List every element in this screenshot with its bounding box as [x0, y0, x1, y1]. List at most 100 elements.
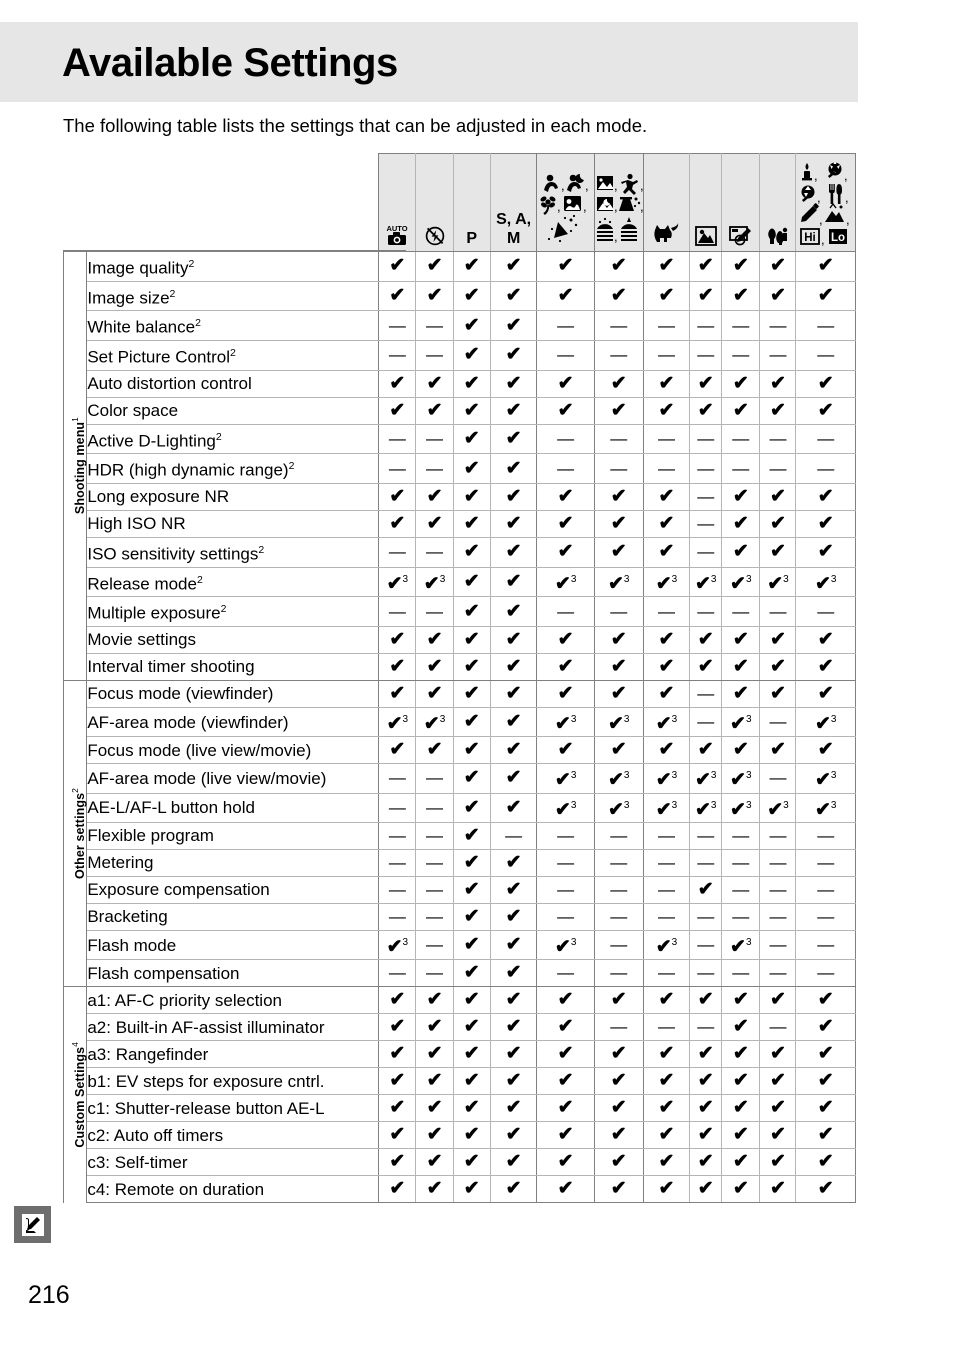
- availability-cell: ✔: [643, 1148, 691, 1177]
- availability-cell: ✔: [490, 424, 538, 455]
- not-available-dash: —: [769, 768, 787, 788]
- availability-cell: ✔: [689, 1121, 723, 1150]
- available-check-icon: ✔: [817, 1097, 834, 1119]
- not-available-dash: —: [769, 345, 787, 365]
- column-header-sam: S, A, M: [490, 153, 538, 252]
- available-check-icon: ✔: [610, 1124, 627, 1146]
- available-check-icon: ✔: [557, 512, 574, 534]
- availability-cell: ✔: [490, 959, 538, 988]
- availability-cell: ✔: [536, 1067, 595, 1096]
- not-available-dash: —: [426, 935, 444, 955]
- availability-cell: ✔3: [721, 763, 761, 794]
- color-sketch-icon: [728, 224, 754, 248]
- not-available-dash: —: [732, 879, 750, 899]
- available-check-icon: ✔: [557, 1178, 574, 1200]
- availability-cell: ✔: [490, 370, 538, 398]
- not-available-dash: —: [732, 315, 750, 335]
- not-available-dash: —: [657, 345, 675, 365]
- available-check-icon: ✔: [426, 1151, 443, 1173]
- svg-text:AUTO: AUTO: [387, 224, 408, 233]
- available-check-icon: ✔: [557, 628, 574, 650]
- availability-cell: ✔3: [795, 763, 856, 794]
- availability-cell: ✔: [536, 1121, 595, 1150]
- available-check-icon: ✔: [505, 905, 522, 927]
- available-check-icon: ✔: [697, 989, 714, 1011]
- pencil-note-icon: [25, 1216, 40, 1233]
- availability-cell: ✔: [490, 1013, 538, 1042]
- column-header-night-vision-effect: [689, 153, 723, 252]
- available-check-icon: ✔: [697, 655, 714, 677]
- availability-cell: ✔: [490, 310, 538, 341]
- availability-cell: ✔3: [721, 930, 761, 961]
- availability-cell: ✔: [795, 510, 856, 538]
- availability-cell: ✔: [795, 679, 856, 708]
- not-available-dash: —: [697, 852, 715, 872]
- availability-cell: —: [415, 876, 454, 904]
- availability-cell: —: [759, 903, 797, 931]
- table-row: ISO sensitivity settings2 — — ✔ ✔ ✔ ✔ ✔ — ✔ ✔ ✔: [64, 537, 856, 568]
- availability-cell: ✔: [759, 736, 797, 765]
- available-check-icon: ✔: [389, 1016, 406, 1038]
- available-check-icon: ✔: [732, 372, 749, 394]
- availability-cell: —: [795, 849, 856, 877]
- availability-cell: —: [689, 903, 723, 931]
- column-header-p-label: P: [466, 230, 478, 247]
- available-check-icon: ✔: [557, 1016, 574, 1038]
- table-row: c3: Self-timer ✔ ✔ ✔ ✔ ✔ ✔ ✔ ✔ ✔ ✔ ✔: [64, 1148, 856, 1177]
- not-available-dash: —: [426, 345, 444, 365]
- available-check-icon: ✔: [463, 512, 480, 534]
- available-check-icon: ✔: [389, 399, 406, 421]
- available-check-icon: ✔: [769, 512, 786, 534]
- available-check-icon: ✔3: [730, 769, 752, 791]
- header-spacer-name: [87, 154, 379, 252]
- available-check-icon: ✔: [389, 1124, 406, 1146]
- availability-cell: —: [536, 424, 595, 455]
- not-available-dash: —: [557, 906, 575, 926]
- availability-cell: —: [415, 596, 454, 627]
- available-check-icon: ✔: [505, 628, 522, 650]
- availability-cell: ✔: [759, 1175, 797, 1204]
- available-check-icon: ✔: [463, 600, 480, 622]
- availability-cell: ✔: [490, 281, 538, 312]
- availability-cell: ✔: [594, 537, 644, 568]
- available-check-icon: ✔: [732, 682, 749, 704]
- not-available-dash: —: [697, 458, 715, 478]
- available-check-icon: ✔: [817, 1178, 834, 1200]
- svg-text:,: ,: [640, 178, 644, 193]
- svg-text:,: ,: [583, 199, 587, 214]
- setting-name: Image size2: [86, 281, 380, 312]
- available-check-icon: ✔: [505, 399, 522, 421]
- setting-name: AF-area mode (viewfinder): [86, 707, 380, 738]
- available-check-icon: ✔: [557, 255, 574, 277]
- availability-cell: —: [415, 424, 454, 455]
- svg-text:,: ,: [614, 199, 618, 214]
- available-check-icon: ✔: [732, 989, 749, 1011]
- availability-cell: —: [795, 453, 856, 484]
- availability-cell: ✔: [759, 281, 797, 312]
- available-check-icon: ✔: [463, 989, 480, 1011]
- available-check-icon: ✔: [732, 1043, 749, 1065]
- available-check-icon: ✔: [389, 1043, 406, 1065]
- availability-cell: ✔: [594, 1175, 644, 1204]
- available-check-icon: ✔: [426, 1070, 443, 1092]
- setting-name: AE-L/AF-L button hold: [86, 793, 380, 823]
- available-check-icon: ✔: [610, 284, 627, 306]
- availability-cell: ✔: [594, 626, 644, 654]
- availability-cell: ✔: [453, 626, 491, 654]
- available-check-icon: ✔3: [815, 798, 837, 820]
- not-available-dash: —: [610, 852, 628, 872]
- available-check-icon: ✔: [557, 739, 574, 761]
- availability-cell: ✔: [643, 370, 691, 398]
- available-check-icon: ✔: [463, 284, 480, 306]
- availability-cell: ✔: [490, 510, 538, 538]
- available-check-icon: ✔: [817, 1016, 834, 1038]
- availability-cell: ✔: [378, 1121, 417, 1150]
- available-check-icon: ✔: [658, 989, 675, 1011]
- available-check-icon: ✔: [557, 1097, 574, 1119]
- available-check-icon: ✔: [505, 1124, 522, 1146]
- availability-cell: —: [594, 1013, 644, 1042]
- not-available-dash: —: [769, 458, 787, 478]
- not-available-dash: —: [610, 428, 628, 448]
- available-check-icon: ✔: [658, 541, 675, 563]
- not-available-dash: —: [769, 601, 787, 621]
